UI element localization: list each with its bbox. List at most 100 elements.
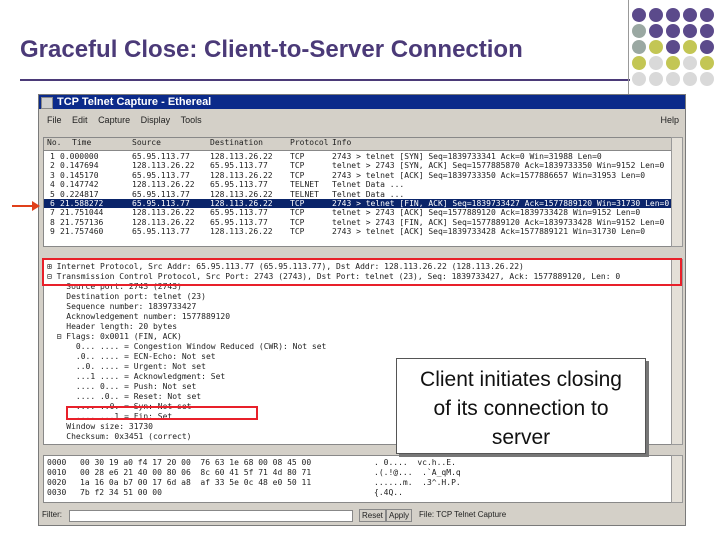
hex-ascii: ......m. .3^.H.P. [374, 478, 461, 487]
decorative-dot [683, 8, 697, 22]
hex-row[interactable]: 0010 00 28 e6 21 40 00 80 06 8c 60 41 5f … [44, 468, 672, 477]
filter-input[interactable] [69, 510, 353, 522]
packet-cell-dst: 65.95.113.77 [210, 217, 268, 227]
decorative-dot [632, 8, 646, 22]
hex-hex: 00 28 e6 21 40 00 80 06 8c 60 41 5f 71 4… [80, 468, 312, 477]
app-icon [41, 97, 53, 109]
packet-cell-no: 7 [50, 208, 55, 218]
packet-cell-src: 65.95.113.77 [132, 170, 190, 180]
hex-row[interactable]: 0030 7b f2 34 51 00 00 {.4Q.. [44, 488, 672, 497]
packet-row[interactable]: 8 21.757136 128.113.26.22 65.95.113.77 TCP te… [44, 218, 672, 227]
menu-display[interactable]: Display [141, 113, 171, 127]
menu-capture[interactable]: Capture [98, 113, 130, 127]
hex-off: 0020 [47, 478, 67, 487]
decorative-dot [700, 56, 714, 70]
menu-help[interactable]: Help [660, 113, 679, 127]
detail-line[interactable]: 0... .... = Congestion Window Reduced (C… [44, 342, 672, 351]
menu-file[interactable]: File [47, 113, 62, 127]
menu-tools[interactable]: Tools [181, 113, 202, 127]
decorative-dot [666, 8, 680, 22]
status-file: File: TCP Telnet Capture [419, 510, 507, 519]
packet-cell-no: 5 [50, 189, 55, 199]
decorative-dot [700, 24, 714, 38]
packet-cell-src: 65.95.113.77 [132, 189, 190, 199]
packet-row[interactable]: 2 0.147694 128.113.26.22 65.95.113.77 TCP tel… [44, 161, 672, 170]
decorative-dot [649, 56, 663, 70]
packet-cell-time: 0.000000 [60, 152, 99, 161]
menu-edit[interactable]: Edit [72, 113, 88, 127]
detail-line[interactable]: Acknowledgement number: 1577889120 [44, 312, 672, 321]
decorative-dot [666, 56, 680, 70]
packet-row[interactable]: 3 0.145170 65.95.113.77 128.113.26.22 TCP 274… [44, 171, 672, 180]
packet-cell-info: 2743 > telnet [SYN] Seq=1839733341 Ack=0… [332, 152, 602, 161]
packet-cell-dst: 65.95.113.77 [210, 208, 268, 218]
packet-cell-dst: 65.95.113.77 [210, 161, 268, 171]
packet-cell-dst: 128.113.26.22 [210, 189, 273, 199]
packet-cell-no: 3 [50, 170, 55, 180]
detail-line[interactable]: Header length: 20 bytes [44, 322, 672, 331]
packet-cell-proto: TCP [290, 217, 305, 227]
callout-line-2: of its connection to [433, 397, 609, 420]
packet-cell-proto: TCP [290, 227, 305, 237]
packet-cell-proto: TELNET [290, 180, 319, 190]
col-protocol[interactable]: Protocol [290, 138, 329, 147]
decorative-dot [632, 40, 646, 54]
decorative-dot [649, 8, 663, 22]
annotation-callout: Client initiates closing of its connecti… [396, 358, 646, 454]
reset-button[interactable]: Reset [359, 509, 386, 522]
packet-cell-src: 65.95.113.77 [132, 152, 190, 161]
details-scrollbar[interactable] [671, 259, 683, 445]
packet-row[interactable]: 5 0.224817 65.95.113.77 128.113.26.22 TELNET… [44, 190, 672, 199]
decorative-dot [683, 72, 697, 86]
packet-row[interactable]: 9 21.757460 65.95.113.77 128.113.26.22 TCP 27… [44, 227, 672, 236]
decorative-dot [632, 72, 646, 86]
menu-bar: File Edit Capture Display Tools Help [39, 113, 685, 127]
packet-cell-info: telnet > 2743 [ACK] Seq=1577889120 Ack=1… [332, 208, 641, 218]
hex-dump-pane: 0000 00 30 19 a0 f4 17 20 00 76 63 1e 68 … [43, 455, 673, 503]
packet-cell-no: 8 [50, 217, 55, 227]
detail-line[interactable]: Destination port: telnet (23) [44, 292, 672, 301]
packet-row[interactable]: 7 21.751044 128.113.26.22 65.95.113.77 TCP te… [44, 208, 672, 217]
packet-list-scrollbar[interactable] [671, 137, 683, 247]
decorative-dot [649, 40, 663, 54]
window-titlebar[interactable]: TCP Telnet Capture - Ethereal [39, 95, 685, 109]
packet-cell-info: telnet > 2743 [SYN, ACK] Seq=1577885870 … [332, 161, 665, 171]
packet-cell-proto: TCP [290, 161, 305, 171]
packet-cell-info: 2743 > telnet [FIN, ACK] Seq=1839733427 … [332, 199, 670, 208]
packet-cell-src: 128.113.26.22 [132, 180, 195, 190]
col-destination[interactable]: Destination [210, 138, 263, 147]
packet-cell-src: 65.95.113.77 [132, 227, 190, 237]
packet-row[interactable]: 1 0.000000 65.95.113.77 128.113.26.22 TCP 274… [44, 152, 672, 161]
apply-button[interactable]: Apply [386, 509, 413, 522]
col-no[interactable]: No. [47, 138, 61, 147]
hex-scrollbar[interactable] [671, 455, 683, 503]
detail-line[interactable]: ⊟ Flags: 0x0011 (FIN, ACK) [44, 332, 672, 341]
packet-cell-info: Telnet Data ... [332, 180, 405, 190]
col-info[interactable]: Info [332, 138, 351, 147]
packet-cell-info: Telnet Data ... [332, 189, 405, 199]
packet-cell-src: 128.113.26.22 [132, 208, 195, 218]
col-source[interactable]: Source [132, 138, 161, 147]
col-time[interactable]: Time [72, 138, 91, 147]
decorative-dot [632, 56, 646, 70]
packet-cell-time: 0.224817 [60, 189, 99, 199]
packet-cell-dst: 128.113.26.22 [210, 227, 273, 237]
packet-cell-time: 0.147694 [60, 161, 99, 171]
filter-label: Filter: [42, 510, 62, 519]
packet-cell-no: 9 [50, 227, 55, 237]
packet-row[interactable]: 6 21.588272 65.95.113.77 128.113.26.22 TCP 27… [44, 199, 672, 208]
detail-line[interactable]: Sequence number: 1839733427 [44, 302, 672, 311]
hex-row[interactable]: 0000 00 30 19 a0 f4 17 20 00 76 63 1e 68 … [44, 458, 672, 467]
decorative-dot [683, 24, 697, 38]
ethereal-window: TCP Telnet Capture - Ethereal File Edit … [38, 94, 686, 526]
packet-cell-time: 0.145170 [60, 170, 99, 180]
hex-off: 0010 [47, 468, 67, 477]
pointer-arrow-line [12, 205, 34, 207]
hex-hex: 00 30 19 a0 f4 17 20 00 76 63 1e 68 00 0… [80, 458, 312, 467]
packet-cell-no: 1 [50, 152, 55, 161]
packet-cell-proto: TCP [290, 208, 305, 218]
hex-row[interactable]: 0020 1a 16 0a b7 00 17 6d a8 af 33 5e 0c … [44, 478, 672, 487]
hex-hex: 1a 16 0a b7 00 17 6d a8 af 33 5e 0c 48 e… [80, 478, 312, 487]
packet-cell-time: 0.147742 [60, 180, 99, 190]
packet-row[interactable]: 4 0.147742 128.113.26.22 65.95.113.77 TELNET… [44, 180, 672, 189]
